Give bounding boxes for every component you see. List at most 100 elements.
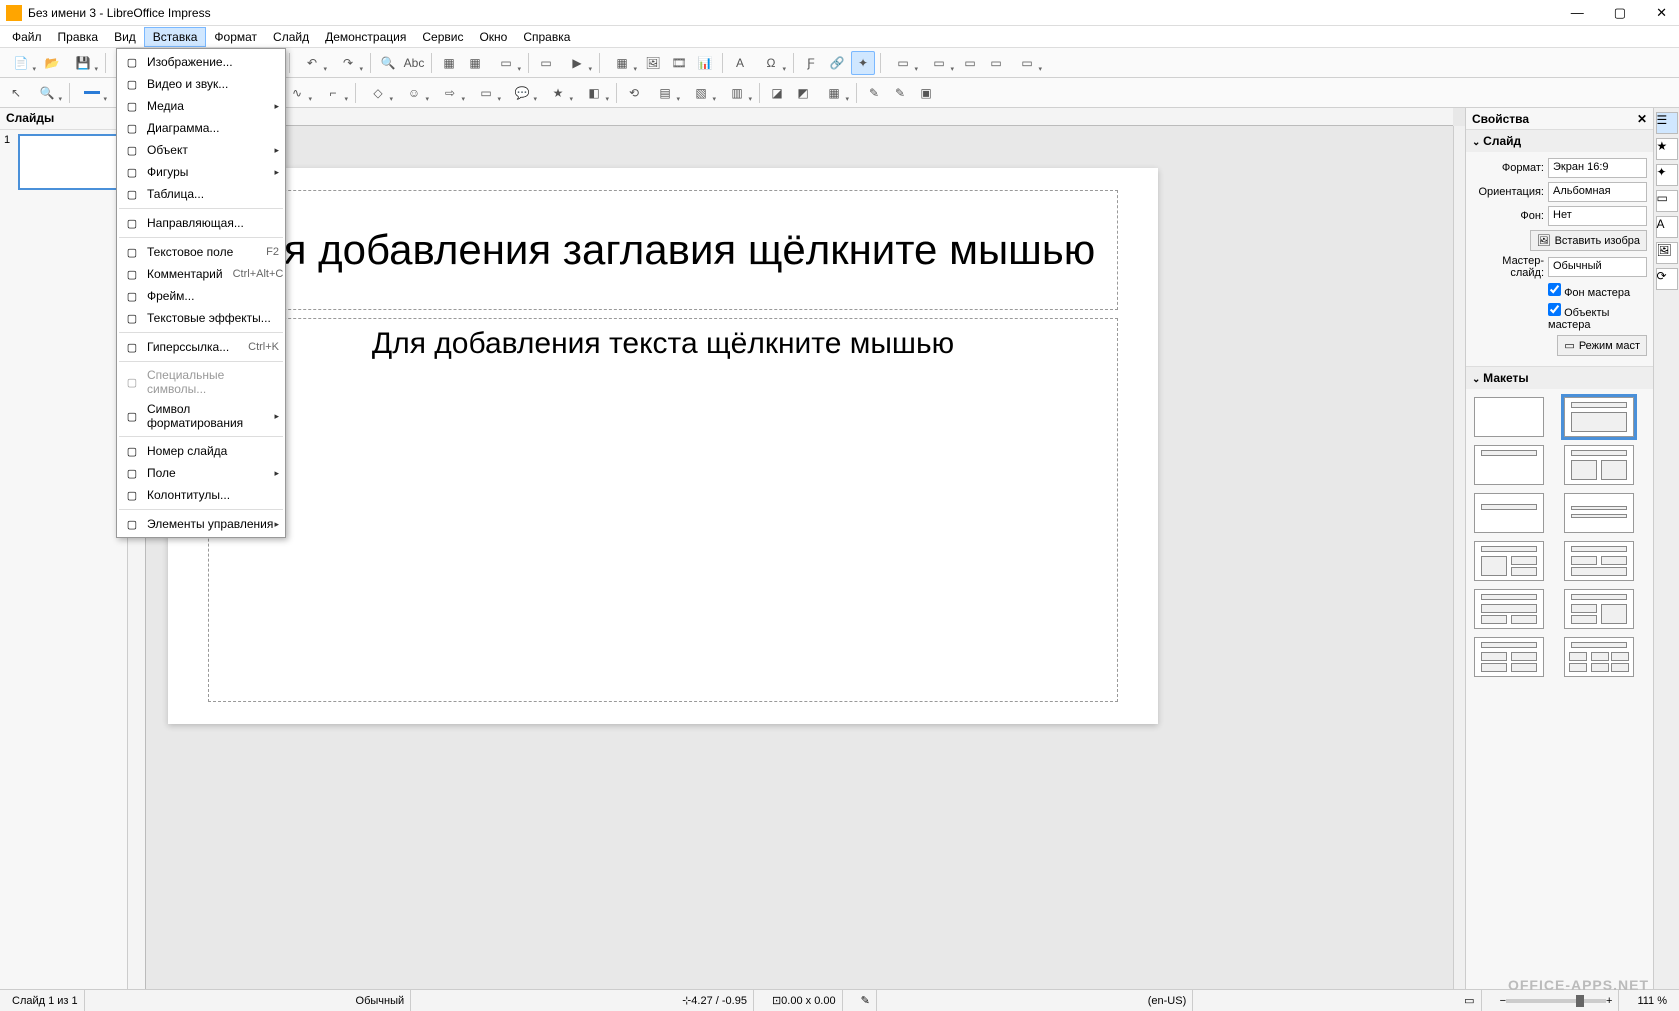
menu-view[interactable]: Вид — [106, 28, 144, 46]
menu-format[interactable]: Формат — [206, 28, 265, 46]
scrollbar-vertical[interactable] — [1453, 126, 1465, 997]
flowchart-tool[interactable]: ▭ — [469, 81, 503, 105]
orientation-select[interactable]: Альбомная — [1548, 182, 1647, 202]
layout-content-over[interactable] — [1474, 589, 1544, 629]
menu-help[interactable]: Справка — [515, 28, 578, 46]
menu-entry-таблица[interactable]: ▢Таблица... — [117, 183, 285, 205]
grid-button[interactable]: ▦ — [437, 51, 461, 75]
menu-tools[interactable]: Сервис — [414, 28, 471, 46]
menu-entry-объект[interactable]: ▢Объект▸ — [117, 139, 285, 161]
zoom-value[interactable]: 111 % — [1631, 990, 1673, 1011]
textbox-button[interactable]: A — [728, 51, 752, 75]
maximize-button[interactable]: ▢ — [1608, 3, 1632, 23]
rotate-tool[interactable]: ⟲ — [622, 81, 646, 105]
chart-insert-button[interactable]: 📊 — [693, 51, 717, 75]
menu-slideshow[interactable]: Демонстрация — [317, 28, 414, 46]
layout-title-content[interactable] — [1564, 397, 1634, 437]
3d-tool[interactable]: ◧ — [577, 81, 611, 105]
media-insert-button[interactable]: 🎞 — [667, 51, 691, 75]
menu-entry-текстовые-эффекты[interactable]: ▢Текстовые эффекты... — [117, 307, 285, 329]
tab-styles[interactable]: A — [1656, 216, 1678, 238]
menu-entry-направляющая[interactable]: ▢Направляющая... — [117, 212, 285, 234]
filter-tool[interactable]: ▦ — [817, 81, 851, 105]
image-insert-button[interactable]: 🖼 — [641, 51, 665, 75]
delete-slide-button[interactable]: ▭ — [984, 51, 1008, 75]
layout-two-content[interactable] — [1564, 445, 1634, 485]
open-button[interactable]: 📂 — [40, 51, 64, 75]
hyperlink-button[interactable]: 🔗 — [825, 51, 849, 75]
crop-tool[interactable]: ◩ — [791, 81, 815, 105]
menu-entry-видео-и-звук[interactable]: ▢Видео и звук... — [117, 73, 285, 95]
fit-page-button[interactable]: ▭ — [1458, 990, 1481, 1011]
menu-entry-гиперссылка[interactable]: ▢Гиперссылка...Ctrl+K — [117, 336, 285, 358]
layout-two-left-one[interactable] — [1564, 589, 1634, 629]
layout-blank[interactable] — [1474, 397, 1544, 437]
distribute-tool[interactable]: ▥ — [720, 81, 754, 105]
title-placeholder[interactable]: Для добавления заглавия щёлкните мышью — [208, 190, 1118, 310]
background-select[interactable]: Нет — [1548, 206, 1647, 226]
points-tool[interactable]: ✎ — [862, 81, 886, 105]
menu-entry-комментарий[interactable]: ▢КомментарийCtrl+Alt+C — [117, 263, 285, 285]
tab-master-slides[interactable]: ▭ — [1656, 190, 1678, 212]
symbol-shapes-tool[interactable]: ☺ — [397, 81, 431, 105]
slide-canvas[interactable]: Для добавления заглавия щёлкните мышью Д… — [168, 168, 1158, 724]
menu-entry-медиа[interactable]: ▢Медиа▸ — [117, 95, 285, 117]
slide-item[interactable]: 1 — [4, 134, 123, 190]
layout-title-subtitle[interactable] — [1564, 493, 1634, 533]
glue-tool[interactable]: ✎ — [888, 81, 912, 105]
undo-button[interactable]: ↶ — [295, 51, 329, 75]
layout-centered[interactable] — [1474, 493, 1544, 533]
menu-entry-номер-слайда[interactable]: ▢Номер слайда — [117, 440, 285, 462]
table-insert-button[interactable]: ▦ — [605, 51, 639, 75]
menu-edit[interactable]: Правка — [50, 28, 107, 46]
spellcheck-button[interactable]: Abc — [402, 51, 426, 75]
select-tool[interactable]: ↖ — [4, 81, 28, 105]
minimize-button[interactable]: — — [1565, 3, 1590, 23]
status-unsaved-icon[interactable]: ✎ — [855, 990, 877, 1011]
menu-entry-текстовое-поле[interactable]: ▢Текстовое полеF2 — [117, 241, 285, 263]
layouts-section-title[interactable]: Макеты — [1466, 367, 1653, 389]
menu-entry-колонтитулы[interactable]: ▢Колонтитулы... — [117, 484, 285, 506]
stars-tool[interactable]: ★ — [541, 81, 575, 105]
animation-button[interactable]: ✦ — [851, 51, 875, 75]
menu-entry-изображение[interactable]: ▢Изображение... — [117, 51, 285, 73]
slide-layout-button[interactable]: ▭ — [886, 51, 920, 75]
master-button[interactable]: ▭ — [534, 51, 558, 75]
line-color-button[interactable] — [75, 81, 109, 105]
close-button[interactable]: ✕ — [1650, 3, 1673, 23]
layout-quad[interactable] — [1474, 637, 1544, 677]
slide-section-title[interactable]: Слайд — [1466, 130, 1653, 152]
tab-animations[interactable]: ✦ — [1656, 164, 1678, 186]
master-obj-checkbox[interactable]: Объекты мастера — [1548, 303, 1647, 331]
duplicate-slide-button[interactable]: ▭ — [958, 51, 982, 75]
new-slide-button[interactable]: ▭ — [922, 51, 956, 75]
special-char-button[interactable]: Ω — [754, 51, 788, 75]
fontwork-button[interactable]: Ƒ — [799, 51, 823, 75]
tab-transitions[interactable]: ★ — [1656, 138, 1678, 160]
block-arrows-tool[interactable]: ⇨ — [433, 81, 467, 105]
master-slide-select[interactable]: Обычный — [1548, 257, 1647, 277]
menu-window[interactable]: Окно — [471, 28, 515, 46]
redo-button[interactable]: ↷ — [331, 51, 365, 75]
slide-props-button[interactable]: ▭ — [1010, 51, 1044, 75]
menu-entry-символ-форматирования[interactable]: ▢Символ форматирования▸ — [117, 399, 285, 433]
layout-title-only[interactable] — [1474, 445, 1544, 485]
align-tool[interactable]: ▤ — [648, 81, 682, 105]
format-select[interactable]: Экран 16:9 — [1548, 158, 1647, 178]
zoom-tool[interactable]: 🔍 — [30, 81, 64, 105]
shadow-tool[interactable]: ◪ — [765, 81, 789, 105]
insert-image-button[interactable]: 🖼 Вставить изобра — [1530, 230, 1647, 251]
layout-six[interactable] — [1564, 637, 1634, 677]
status-language[interactable]: (en-US) — [1142, 990, 1194, 1011]
tab-properties[interactable]: ☰ — [1656, 112, 1678, 134]
find-button[interactable]: 🔍 — [376, 51, 400, 75]
start-presentation-button[interactable]: ▶ — [560, 51, 594, 75]
menu-entry-поле[interactable]: ▢Поле▸ — [117, 462, 285, 484]
menu-slide[interactable]: Слайд — [265, 28, 317, 46]
layout-four[interactable] — [1564, 541, 1634, 581]
menu-entry-фрейм[interactable]: ▢Фрейм... — [117, 285, 285, 307]
layout-left-two-right[interactable] — [1474, 541, 1544, 581]
menu-insert[interactable]: Вставка — [144, 27, 207, 47]
callout-tool[interactable]: 💬 — [505, 81, 539, 105]
new-button[interactable]: 📄 — [4, 51, 38, 75]
